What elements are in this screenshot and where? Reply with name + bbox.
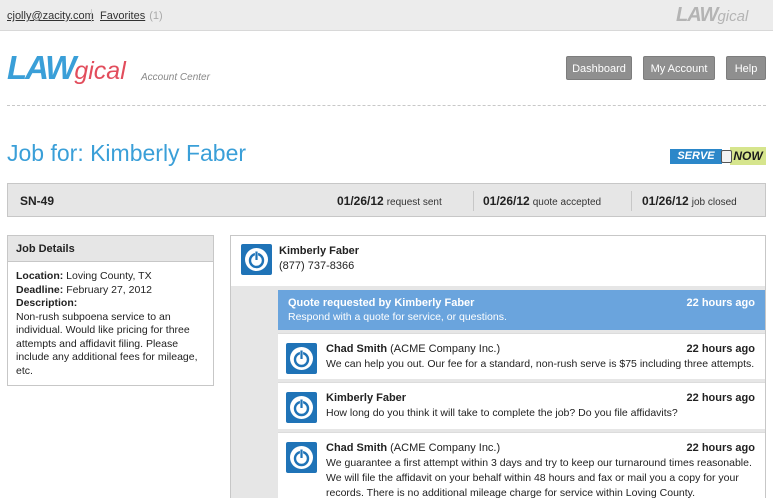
dashboard-button[interactable]: Dashboard [566, 56, 632, 80]
location-label: Location: [16, 270, 64, 282]
message-item: Kimberly Faber 22 hours ago How long do … [278, 382, 765, 429]
message-text: We guarantee a first attempt within 3 da… [326, 457, 752, 498]
quote-accepted-date: 01/26/12 [483, 194, 530, 208]
location-row: Location: Loving County, TX [16, 270, 205, 284]
job-details-panel: Job Details Location: Loving County, TX … [7, 235, 214, 386]
message-company: (ACME Company Inc.) [390, 343, 501, 355]
quote-accepted-label: quote accepted [532, 197, 602, 208]
now-badge-label: NOW [730, 147, 766, 165]
message-time: 22 hours ago [686, 442, 755, 454]
request-sent-label: request sent [386, 197, 442, 208]
message-avatar [286, 442, 317, 473]
header-divider [7, 105, 766, 106]
message-company: (ACME Company Inc.) [390, 442, 501, 454]
favorites-count: (1) [149, 10, 163, 22]
message-avatar [286, 343, 317, 374]
serve-now-badge: SERVE NOW [670, 147, 766, 165]
power-icon [290, 347, 313, 370]
brand-subtitle: Account Center [141, 72, 210, 83]
my-account-button[interactable]: My Account [643, 56, 715, 80]
location-value: Loving County, TX [66, 270, 152, 282]
message-list: Quote requested by Kimberly Faber Respon… [278, 290, 765, 498]
power-icon [290, 446, 313, 469]
favorites-link[interactable]: Favorites (1) [100, 10, 163, 22]
top-bar: cjolly@zacity.com Favorites (1) LAWgical [0, 0, 773, 31]
job-status-bar: SN-49 01/26/12 request sent 01/26/12 quote… [7, 183, 766, 217]
message-item: Chad Smith (ACME Company Inc.) 22 hours a… [278, 432, 765, 498]
message-author: Chad Smith (ACME Company Inc.) [326, 442, 501, 454]
description-text: Non-rush subpoena service to an individu… [16, 310, 198, 377]
brand-logo[interactable]: LAWgical [7, 50, 126, 89]
brand-logo-main: LAW [7, 49, 76, 86]
message-thread: Kimberly Faber (877) 737-8366 Quote requ… [230, 235, 766, 498]
hand-icon [721, 150, 732, 163]
client-card: Kimberly Faber (877) 737-8366 [231, 236, 765, 286]
status-divider [473, 191, 474, 211]
quote-request-title: Quote requested by Kimberly Faber [288, 297, 475, 309]
request-sent-status: 01/26/12 request sent [337, 194, 442, 208]
help-button[interactable]: Help [726, 56, 766, 80]
job-details-body: Location: Loving County, TX Deadline: Fe… [8, 262, 213, 378]
page-title: Job for: Kimberly Faber [7, 140, 247, 166]
topbar-logo: LAWgical [676, 4, 748, 27]
quote-request-subtitle: Respond with a quote for service, or que… [288, 311, 507, 323]
client-phone: (877) 737-8366 [279, 260, 355, 272]
favorites-label[interactable]: Favorites [100, 10, 145, 22]
job-closed-status: 01/26/12 job closed [642, 194, 737, 208]
job-closed-date: 01/26/12 [642, 194, 689, 208]
message-time: 22 hours ago [686, 343, 755, 355]
client-name: Kimberly Faber [279, 245, 360, 257]
message-author: Chad Smith (ACME Company Inc.) [326, 343, 501, 355]
serve-badge-label: SERVE [670, 149, 722, 164]
status-divider [631, 191, 632, 211]
request-sent-date: 01/26/12 [337, 194, 384, 208]
message-avatar [286, 392, 317, 423]
user-email-link[interactable]: cjolly@zacity.com [7, 10, 94, 22]
message-time: 22 hours ago [686, 392, 755, 404]
job-details-header: Job Details [8, 236, 213, 262]
quote-request-banner: Quote requested by Kimberly Faber Respon… [278, 290, 765, 330]
message-text: How long do you think it will take to co… [326, 407, 678, 419]
message-item: Chad Smith (ACME Company Inc.) 22 hours a… [278, 333, 765, 379]
message-author: Kimberly Faber [326, 392, 407, 404]
quote-request-time: 22 hours ago [686, 297, 755, 309]
message-text: We can help you out. Our fee for a stand… [326, 358, 755, 370]
brand-logo-suffix: gical [74, 57, 126, 85]
deadline-label: Deadline: [16, 283, 64, 296]
power-icon [290, 396, 313, 419]
client-avatar [241, 244, 272, 275]
job-id: SN-49 [20, 194, 55, 208]
topbar-divider [91, 9, 92, 22]
job-closed-label: job closed [691, 197, 737, 208]
topbar-logo-suffix: gical [717, 8, 749, 25]
topbar-logo-main: LAW [676, 4, 718, 26]
description-label: Description: [16, 297, 78, 309]
power-icon [245, 248, 268, 271]
deadline-row: Deadline: February 27, 2012 [16, 284, 205, 298]
quote-accepted-status: 01/26/12 quote accepted [483, 194, 601, 208]
deadline-value: February 27, 2012 [66, 283, 152, 296]
